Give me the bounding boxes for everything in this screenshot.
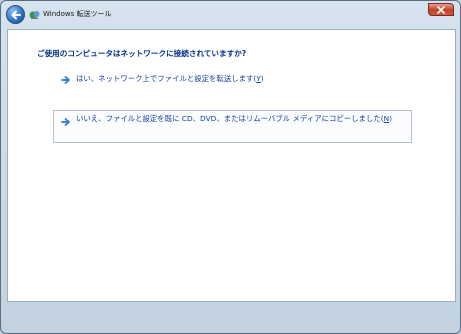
green-arrow-icon [61, 76, 70, 84]
question-heading: ご使用のコンピュータはネットワークに接続されていますか? [37, 49, 247, 58]
back-button[interactable] [6, 5, 25, 24]
title-bar: Windows 転送ツール [1, 1, 460, 29]
option-label: いいえ、ファイルと設定を既に CD、DVD、またはリムーバブル メディアにコピー… [76, 114, 408, 124]
option-removable-media[interactable]: いいえ、ファイルと設定を既に CD、DVD、またはリムーバブル メディアにコピー… [53, 110, 412, 143]
window: Windows 転送ツール ご使用のコンピュータはネットワークに接続されています… [0, 0, 461, 334]
wizard-footer [7, 303, 456, 329]
wizard-content: ご使用のコンピュータはネットワークに接続されていますか? はい、ネットワーク上で… [7, 29, 456, 302]
option-close-paren: ) [260, 74, 264, 83]
arrow-icon [61, 118, 70, 126]
option-text: はい、ネットワーク上でファイルと設定を転送します( [76, 74, 257, 83]
option-label: はい、ネットワーク上でファイルと設定を転送します(Y) [76, 74, 264, 84]
close-icon [437, 6, 445, 14]
close-button[interactable] [428, 3, 454, 16]
option-network-transfer[interactable]: はい、ネットワーク上でファイルと設定を転送します(Y) [61, 74, 351, 86]
option-text: いいえ、ファイルと設定を既に CD、DVD、またはリムーバブル メディアにコピー… [76, 114, 384, 123]
back-arrow-icon [11, 10, 21, 20]
window-title: Windows 転送ツール [43, 10, 112, 18]
option-close-paren: ) [389, 114, 393, 123]
transfer-tool-icon [29, 11, 40, 19]
